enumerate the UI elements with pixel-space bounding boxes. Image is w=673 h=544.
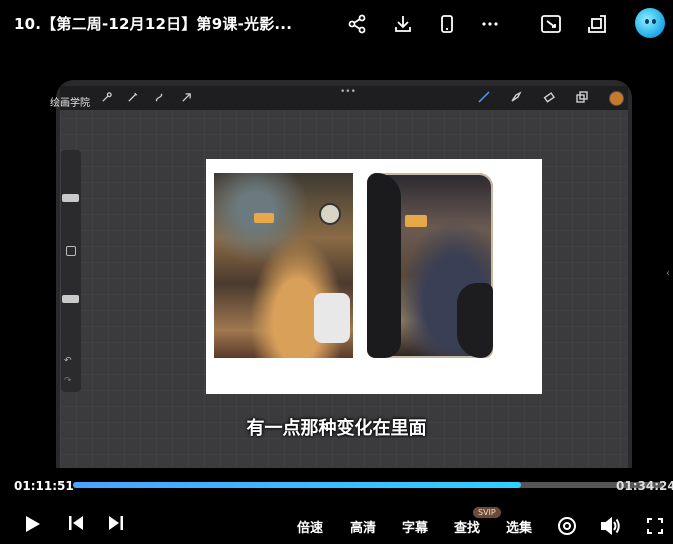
speed-button[interactable]: 倍速	[297, 517, 323, 536]
total-time: 01:34:24	[616, 479, 673, 493]
avatar[interactable]	[635, 8, 665, 38]
danmaku-icon[interactable]	[556, 515, 578, 537]
previous-button[interactable]	[67, 514, 85, 532]
phone-icon[interactable]	[434, 11, 460, 37]
color-swatch	[609, 91, 624, 106]
photo-chair	[314, 293, 350, 343]
selection-icon	[153, 91, 165, 103]
painting-lamp	[405, 215, 427, 227]
magic-wand-icon	[126, 91, 138, 103]
eraser-icon	[543, 91, 555, 103]
search-button[interactable]: 查找	[454, 517, 480, 536]
progress-fill	[73, 482, 522, 488]
shadow-mass	[367, 173, 401, 358]
svip-badge: SVIP	[473, 507, 501, 518]
light-shadow-painting	[367, 173, 493, 358]
photo-clock	[319, 203, 341, 225]
download-icon[interactable]	[390, 11, 416, 37]
video-subtitle: 有一点那种变化在里面	[246, 418, 427, 439]
side-arrow-icon: ‹	[666, 268, 670, 279]
fullscreen-icon[interactable]	[644, 515, 666, 537]
episodes-button[interactable]: 选集	[506, 517, 532, 536]
shadow-mass	[457, 283, 493, 358]
share-icon[interactable]	[344, 11, 370, 37]
play-button[interactable]	[24, 514, 42, 534]
quality-button[interactable]: 高清	[350, 517, 376, 536]
redo-icon: ↷	[64, 376, 72, 386]
move-arrow-icon	[180, 91, 192, 103]
screen-cast-icon[interactable]	[538, 11, 564, 37]
toolbar-handle-icon: •••	[340, 87, 356, 97]
opacity-slider-thumb	[62, 295, 79, 303]
brush-icon	[478, 91, 490, 103]
avatar-eye	[652, 19, 656, 24]
modify-button	[66, 246, 76, 256]
top-bar: 10.【第二周-12月12日】第9课-光影...	[0, 0, 673, 48]
watermark: 绘画学院	[50, 98, 90, 109]
smudge-icon	[510, 91, 522, 103]
reference-photo	[214, 173, 353, 358]
current-time: 01:11:51	[14, 479, 74, 493]
next-button[interactable]	[107, 514, 125, 532]
layers-icon	[576, 91, 588, 103]
video-title: 10.【第二周-12月12日】第9课-光影...	[14, 15, 293, 33]
picture-in-picture-icon[interactable]	[584, 11, 610, 37]
undo-icon: ↶	[64, 356, 72, 366]
more-icon[interactable]	[477, 11, 503, 37]
wrench-icon	[100, 91, 112, 103]
avatar-eye	[645, 19, 649, 24]
photo-lamp	[254, 213, 274, 223]
caption-button[interactable]: 字幕	[402, 517, 428, 536]
volume-icon[interactable]	[600, 515, 622, 537]
size-slider-thumb	[62, 194, 79, 202]
progress-bar[interactable]	[73, 482, 663, 488]
